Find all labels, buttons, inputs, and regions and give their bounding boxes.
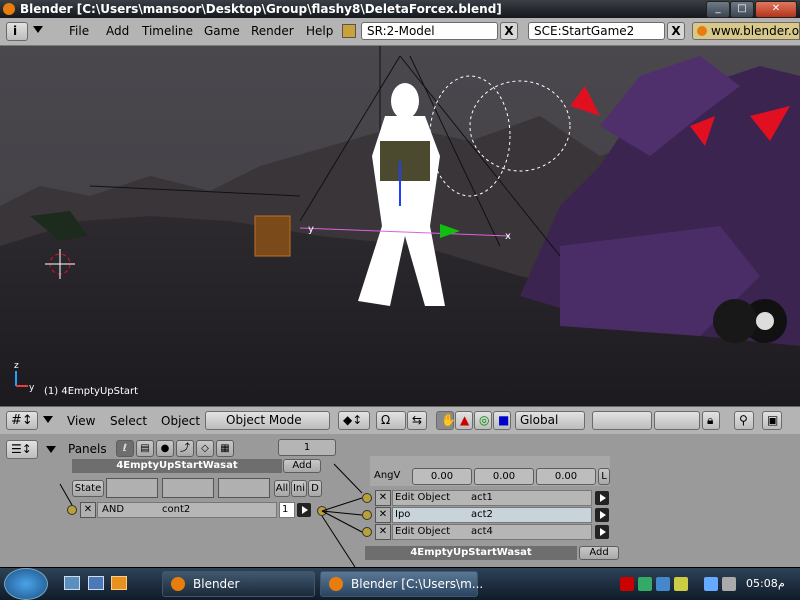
- editor-type-grid-icon[interactable]: #↕: [6, 411, 38, 430]
- taskbar-blender-2[interactable]: Blender [C:\Users\m...: [320, 571, 483, 597]
- switch-windows-icon[interactable]: [88, 576, 104, 590]
- minimize-button[interactable]: _: [706, 1, 730, 18]
- align-icon[interactable]: ⇆: [407, 411, 427, 430]
- logic-editor: ☰↕ Panels ℓ ▤ ● ⤴ ◇ ▦ 1 4EmptyUpStartWas…: [0, 434, 800, 567]
- window-title-bar: Blender [C:\Users\mansoor\Desktop\Group\…: [0, 0, 800, 18]
- collapse-arrow-icon[interactable]: [33, 26, 43, 33]
- logic-link-lines: [59, 463, 363, 567]
- translate-manipulator-icon[interactable]: ▲: [455, 411, 473, 430]
- main-menu-bar: i File Add Timeline Game Render Help SR:…: [0, 18, 800, 46]
- shading-select-icon[interactable]: ◆↕: [338, 411, 370, 430]
- menu-add[interactable]: Add: [106, 24, 129, 38]
- network-tray-icon[interactable]: [638, 577, 652, 591]
- window-title: Blender [C:\Users\mansoor\Desktop\Group\…: [20, 2, 502, 16]
- render-icon[interactable]: ▣: [762, 411, 782, 430]
- show-desktop-icon[interactable]: [64, 576, 80, 590]
- taskbar-clock[interactable]: 05:08: [746, 577, 778, 590]
- taskbar-clock-suffix: م: [778, 577, 785, 590]
- pivot-select-icon[interactable]: Ω: [376, 411, 406, 430]
- scene-name-field[interactable]: SCE:StartGame2: [528, 22, 665, 40]
- 3d-view-header: #↕ View Select Object Object Mode ◆↕ Ω ⇆…: [0, 406, 800, 436]
- volume-tray-icon[interactable]: [722, 577, 736, 591]
- blender-logo-icon: [3, 3, 15, 15]
- menu-select[interactable]: Select: [110, 414, 147, 428]
- taskbar-blender-1[interactable]: Blender: [162, 571, 315, 597]
- wooden-crate: [254, 215, 291, 257]
- info-window-type-icon[interactable]: i: [6, 22, 28, 41]
- scale-manipulator-icon[interactable]: ■: [493, 411, 511, 430]
- menu-view[interactable]: View: [67, 414, 95, 428]
- menu-help[interactable]: Help: [306, 24, 333, 38]
- blender-logo-icon: [697, 26, 707, 36]
- xfire-tray-icon[interactable]: [656, 577, 670, 591]
- scene-delete-button[interactable]: X: [667, 22, 685, 40]
- app-tray-icon[interactable]: [674, 577, 688, 591]
- gizmo-y-label: y: [29, 383, 35, 393]
- menu-render[interactable]: Render: [251, 24, 294, 38]
- screen-name-field[interactable]: SR:2-Model: [361, 22, 498, 40]
- menu-object[interactable]: Object: [161, 414, 200, 428]
- layer-buttons-1[interactable]: [592, 411, 652, 430]
- close-button[interactable]: ✕: [755, 1, 797, 18]
- screen-delete-button[interactable]: X: [500, 22, 518, 40]
- media-player-icon[interactable]: [111, 576, 127, 590]
- menu-file[interactable]: File: [69, 24, 89, 38]
- blender-logo-icon: [171, 577, 185, 591]
- gizmo-z-label: z: [14, 361, 19, 371]
- object-info-text: (1) 4EmptyUpStart: [44, 386, 139, 397]
- hand-manipulator-icon[interactable]: ✋: [436, 411, 456, 430]
- link-icon[interactable]: ⚲: [734, 411, 754, 430]
- start-button-icon[interactable]: [4, 568, 48, 600]
- menu-game[interactable]: Game: [204, 24, 240, 38]
- manipulator-y-label: y: [308, 224, 314, 235]
- collapse-arrow-icon[interactable]: [43, 416, 53, 423]
- windows-taskbar: Blender Blender [C:\Users\m... 05:08 م: [0, 568, 800, 600]
- lock-icon[interactable]: 🔒︎: [702, 411, 720, 430]
- maximize-button[interactable]: □: [730, 1, 754, 18]
- layer-buttons-2[interactable]: [654, 411, 700, 430]
- rotate-manipulator-icon[interactable]: ◎: [474, 411, 492, 430]
- manipulator-x-label: x: [505, 231, 511, 242]
- blender-url-link[interactable]: www.blender.org: [692, 22, 800, 40]
- mode-select[interactable]: Object Mode: [205, 411, 330, 430]
- screen-browse-icon[interactable]: [342, 24, 356, 38]
- menu-timeline[interactable]: Timeline: [142, 24, 193, 38]
- 3d-viewport[interactable]: y x z y (1) 4EmptyUpStart: [0, 46, 800, 406]
- viewport-scene[interactable]: y x z y: [0, 46, 800, 406]
- connection-tray-icon[interactable]: [704, 577, 718, 591]
- orientation-select[interactable]: Global: [515, 411, 585, 430]
- kaspersky-tray-icon[interactable]: [620, 577, 634, 591]
- blender-logo-icon: [329, 577, 343, 591]
